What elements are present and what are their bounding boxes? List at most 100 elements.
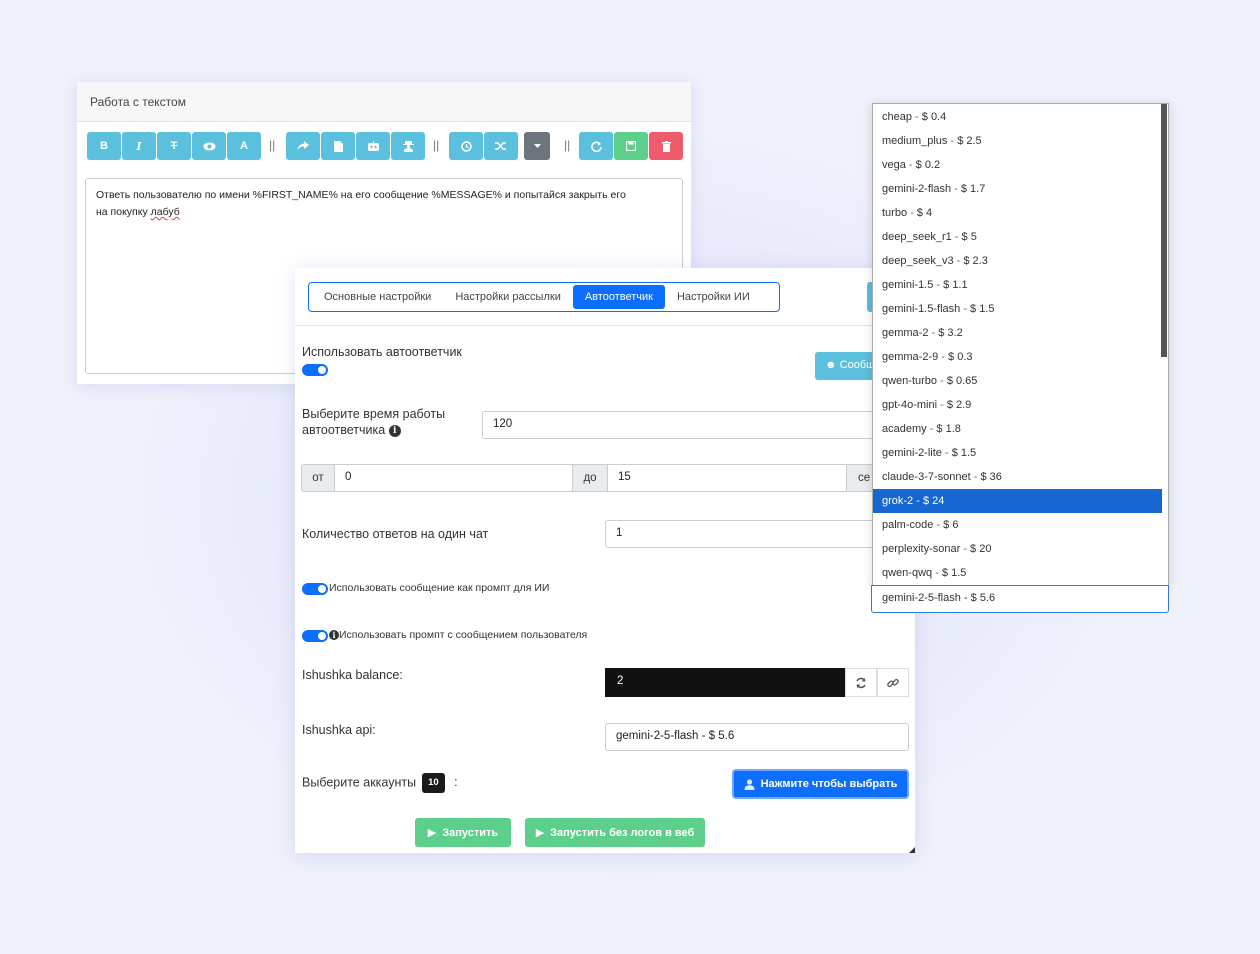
dropdown-option[interactable]: grok-2 - $ 24 — [873, 489, 1162, 513]
redo-button[interactable] — [579, 132, 613, 160]
dropdown-option[interactable]: deep_seek_v3 - $ 2.3 — [873, 249, 1162, 273]
divider — [295, 325, 915, 326]
run-without-logs-button[interactable]: ▶ Запустить без логов в веб — [525, 818, 705, 847]
option-separator: - — [960, 303, 971, 315]
bold-button[interactable]: B — [87, 132, 121, 160]
accounts-label: Выберите аккаунты 10 : — [302, 773, 458, 793]
toolbar-separator: || — [564, 138, 571, 152]
tab-mailing-settings[interactable]: Настройки рассылки — [443, 285, 573, 309]
run-without-logs-label: Запустить без логов в веб — [550, 826, 695, 839]
dropdown-option[interactable]: deep_seek_r1 - $ 5 — [873, 225, 1162, 249]
history-button[interactable] — [449, 132, 483, 160]
dropdown-option[interactable]: gemini-2-flash - $ 1.7 — [873, 177, 1162, 201]
answers-per-chat-input[interactable]: 1 — [605, 520, 915, 548]
option-price: $ 1.1 — [943, 279, 968, 291]
choose-accounts-button[interactable]: Нажмите чтобы выбрать — [732, 769, 909, 799]
tab-ai-settings[interactable]: Настройки ИИ — [665, 285, 762, 309]
settings-tabs: Основные настройки Настройки рассылки Ав… — [308, 282, 780, 312]
dropdown-option[interactable]: palm-code - $ 6 — [873, 513, 1162, 537]
option-separator: - — [947, 135, 958, 147]
dropdown-option[interactable]: gemini-2-lite - $ 1.5 — [873, 441, 1162, 465]
misspelled-word: лабуб — [150, 206, 180, 218]
robot-button[interactable] — [356, 132, 390, 160]
option-price: $ 0.3 — [948, 351, 973, 363]
dropdown-option[interactable]: turbo - $ 4 — [873, 201, 1162, 225]
choose-accounts-label: Нажмите чтобы выбрать — [760, 778, 898, 790]
run-button[interactable]: ▶ Запустить — [415, 818, 511, 847]
info-icon[interactable]: i — [329, 630, 339, 641]
option-price: $ 5 — [961, 231, 977, 243]
dropdown-option[interactable]: claude-3-7-sonnet - $ 36 — [873, 465, 1162, 489]
option-price: $ 4 — [916, 207, 933, 219]
option-name: qwen-turbo — [882, 375, 938, 387]
dropdown-toggle-button[interactable] — [524, 132, 550, 160]
refresh-balance-button[interactable] — [845, 668, 877, 697]
option-separator: - — [928, 327, 939, 339]
refresh-icon — [856, 677, 866, 688]
use-prompt-with-message-toggle[interactable] — [302, 630, 328, 642]
balance-field: 2 — [605, 668, 845, 697]
dropdown-option[interactable]: vega - $ 0.2 — [873, 153, 1162, 177]
share-button[interactable] — [286, 132, 320, 160]
balance-label: Ishushka balance: — [302, 668, 403, 682]
info-icon[interactable]: i — [388, 424, 401, 437]
option-price: $ 0.2 — [915, 159, 941, 171]
dropdown-option[interactable]: gpt-4o-mini - $ 2.9 — [873, 393, 1162, 417]
tab-autoresponder[interactable]: Автоответчик — [572, 285, 665, 309]
dropdown-option[interactable]: gemma-2-9 - $ 0.3 — [873, 345, 1162, 369]
share-icon — [297, 141, 309, 151]
api-select[interactable]: gemini-2-5-flash - $ 5.6 — [605, 723, 909, 751]
option-name: claude-3-7-sonnet — [882, 471, 971, 483]
dropdown-option[interactable]: gemma-2 - $ 3.2 — [873, 321, 1162, 345]
use-autoresponder-toggle[interactable] — [302, 364, 328, 376]
dropdown-option[interactable]: academy - $ 1.8 — [873, 417, 1162, 441]
strikethrough-button[interactable]: T — [157, 132, 191, 160]
italic-button[interactable]: I — [122, 132, 156, 160]
option-price: $ 2.5 — [957, 135, 982, 147]
option-separator: - — [941, 447, 952, 459]
tab-basic-settings[interactable]: Основные настройки — [312, 285, 443, 309]
work-time-label-line: Выберите время работы — [302, 407, 446, 421]
option-separator: - — [907, 207, 917, 219]
option-separator: - — [960, 543, 971, 555]
link-icon — [887, 678, 899, 687]
toolbar-separator: || — [269, 138, 276, 152]
preview-button[interactable] — [192, 132, 226, 160]
prompt-text-line: Ответь пользователю по имени %FIRST_NAME… — [96, 189, 626, 201]
api-select-current[interactable]: gemini-2-5-flash - $ 5.6 — [871, 585, 1169, 613]
robot-icon — [367, 141, 379, 151]
link-button[interactable] — [877, 668, 909, 697]
font-button[interactable]: A — [227, 132, 261, 160]
dropdown-option[interactable]: gemini-1.5-flash - $ 1.5 — [873, 297, 1162, 321]
shuffle-button[interactable] — [484, 132, 518, 160]
option-price: $ 20 — [970, 543, 992, 555]
from-input[interactable]: 0 — [334, 464, 573, 492]
resize-handle[interactable] — [909, 847, 915, 853]
option-price: $ 1.8 — [936, 423, 961, 435]
delete-button[interactable] — [649, 132, 683, 160]
to-input[interactable]: 15 — [607, 464, 847, 492]
user-icon: ☻ — [825, 359, 837, 371]
user-secret-icon — [402, 140, 414, 152]
dropdown-option[interactable]: medium_plus - $ 2.5 — [873, 129, 1162, 153]
option-name: turbo — [882, 207, 908, 219]
option-price: $ 0.4 — [921, 111, 947, 123]
dropdown-scrollbar[interactable] — [1161, 104, 1167, 357]
redo-icon — [590, 141, 602, 152]
work-time-input[interactable]: 120 — [482, 411, 915, 439]
run-button-label: Запустить — [442, 826, 499, 839]
option-price: $ 1.5 — [941, 567, 967, 579]
user-secret-button[interactable] — [391, 132, 425, 160]
dropdown-option[interactable]: perplexity-sonar - $ 20 — [873, 537, 1162, 561]
use-message-as-prompt-label: Использовать сообщение как промпт для ИИ — [329, 582, 550, 594]
dropdown-option[interactable]: qwen-qwq - $ 1.5 — [873, 561, 1162, 585]
save-button[interactable] — [614, 132, 648, 160]
dropdown-option[interactable]: gemini-1.5 - $ 1.1 — [873, 273, 1162, 297]
message-button-label: Сообщ — [839, 359, 876, 371]
dropdown-option[interactable]: qwen-turbo - $ 0.65 — [873, 369, 1162, 393]
file-button[interactable] — [321, 132, 355, 160]
use-message-as-prompt-toggle[interactable] — [302, 583, 328, 595]
prompt-text-line: на покупку лабуб — [96, 204, 672, 221]
dropdown-option[interactable]: cheap - $ 0.4 — [873, 105, 1162, 129]
file-icon — [333, 140, 343, 152]
